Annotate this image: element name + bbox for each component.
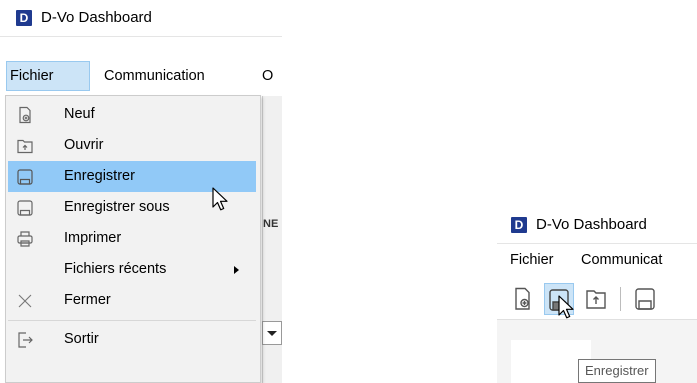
open-folder-icon [17, 139, 33, 154]
save-as-icon [635, 288, 655, 310]
menu-item-label: Imprimer [64, 230, 122, 246]
menu-item-label: Fermer [64, 292, 111, 308]
menu-communication[interactable]: Communicat [581, 245, 662, 275]
toolbar [497, 279, 697, 320]
close-icon [18, 294, 32, 308]
open-button[interactable] [582, 283, 612, 315]
menu-item-label: Fichiers récents [64, 261, 167, 277]
menu-communication[interactable]: Communication [104, 61, 205, 91]
submenu-arrow-icon [234, 266, 239, 274]
save-icon [17, 169, 33, 185]
app-logo: D [16, 10, 32, 26]
menu-item-label: Neuf [64, 106, 95, 122]
toolbar-separator [620, 287, 621, 311]
mouse-cursor-icon [212, 187, 228, 211]
menu-item-fermer[interactable]: Fermer [8, 285, 256, 316]
menu-item-label: Ouvrir [64, 137, 104, 153]
fichier-dropdown-menu: Neuf Ouvrir Enregistrer Enregistrer sous… [5, 95, 261, 383]
exit-icon [18, 332, 33, 348]
menu-item-label: Enregistrer [64, 168, 135, 184]
menu-truncated[interactable]: O [262, 61, 273, 91]
screenshot-menu-open: D D-Vo Dashboard Fichier Communication O… [0, 0, 282, 383]
window-title: D-Vo Dashboard [41, 9, 152, 26]
menu-item-imprimer[interactable]: Imprimer [8, 223, 256, 254]
menu-item-neuf[interactable]: Neuf [8, 99, 256, 130]
background-dropdown[interactable] [262, 321, 282, 345]
menu-item-fichiers-recents[interactable]: Fichiers récents [8, 254, 256, 285]
new-file-button[interactable] [509, 283, 539, 315]
save-as-icon [17, 200, 33, 216]
background-label: NE [263, 218, 279, 230]
new-file-icon [515, 287, 530, 310]
menu-item-label: Enregistrer sous [64, 199, 170, 215]
save-as-button[interactable] [631, 283, 661, 315]
open-folder-icon [586, 290, 606, 309]
new-file-icon [19, 106, 31, 124]
menu-item-ouvrir[interactable]: Ouvrir [8, 130, 256, 161]
menu-fichier[interactable]: Fichier [6, 61, 90, 91]
title-bar: D D-Vo Dashboard [0, 0, 282, 37]
menu-bar: Fichier Communication O [0, 61, 282, 91]
window-title: D-Vo Dashboard [536, 216, 647, 233]
menu-separator [8, 320, 256, 321]
tooltip-enregistrer: Enregistrer [578, 359, 656, 383]
printer-icon [17, 231, 33, 247]
mouse-cursor-icon [558, 295, 574, 319]
menu-bar: Fichier Communicat [497, 245, 697, 275]
menu-fichier[interactable]: Fichier [510, 245, 554, 275]
app-logo: D [511, 217, 527, 233]
screenshot-toolbar-hover: D D-Vo Dashboard Fichier Communicat Enre… [497, 207, 697, 383]
title-bar: D D-Vo Dashboard [497, 207, 697, 244]
menu-item-sortir[interactable]: Sortir [8, 324, 256, 355]
menu-item-label: Sortir [64, 331, 99, 347]
